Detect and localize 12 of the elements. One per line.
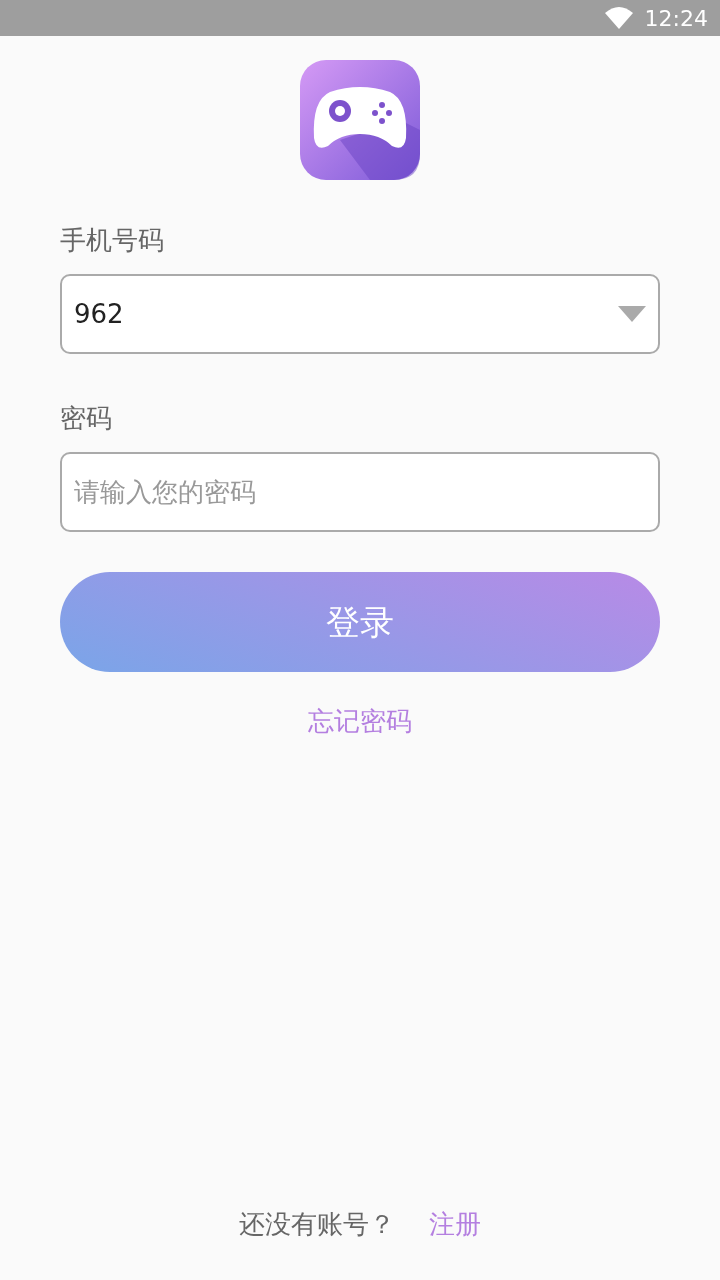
forgot-password-link[interactable]: 忘记密码 — [308, 702, 412, 741]
register-link[interactable]: 注册 — [429, 1205, 481, 1244]
field-label: 密码 — [60, 402, 113, 435]
field-label: 手机号码 — [60, 224, 165, 257]
dropdown-caret-icon[interactable] — [618, 306, 646, 322]
phone-field[interactable]: 962 — [60, 274, 660, 354]
no-account-text: 还没有账号？ — [239, 1208, 395, 1241]
status-time: 12:24 — [644, 4, 708, 33]
login-button[interactable]: 登录 — [60, 572, 660, 672]
password-field[interactable]: 请输入您的密码 — [60, 452, 660, 532]
wifi-icon — [604, 7, 633, 29]
gamepad-logo-icon — [300, 60, 420, 180]
